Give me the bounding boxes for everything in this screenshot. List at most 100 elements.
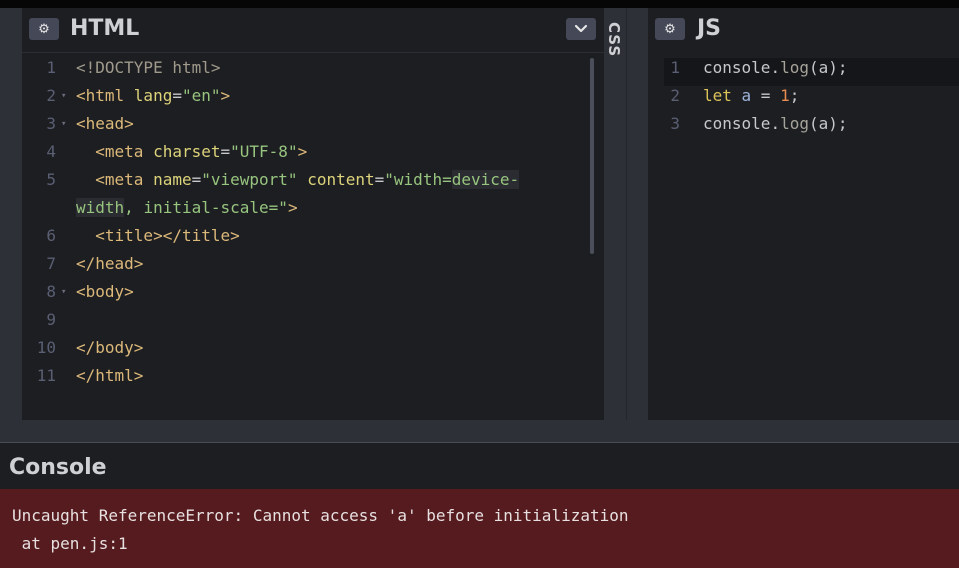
code-text: let a = 1;: [703, 82, 799, 110]
code-token: log: [780, 114, 809, 133]
line-number: 4: [46, 142, 56, 161]
code-text: <!DOCTYPE html>: [76, 54, 221, 82]
code-token: name: [153, 170, 192, 189]
line-number: 5: [46, 170, 56, 189]
line-number: 2: [670, 86, 680, 105]
line-number: 9: [46, 310, 56, 329]
code-text: <meta charset="UTF-8">: [76, 138, 307, 166]
code-line[interactable]: 3 ▾ <head>: [22, 110, 604, 138]
code-line[interactable]: width, initial-scale=">: [22, 194, 604, 222]
code-text: </head>: [76, 250, 143, 278]
code-line[interactable]: 3 console.log(a);: [648, 110, 959, 138]
code-token: lang: [133, 86, 173, 105]
code-token: </body>: [76, 338, 144, 357]
code-token: =: [191, 170, 202, 189]
fold-arrow-icon[interactable]: ▾: [61, 110, 66, 138]
code-token: </html>: [76, 366, 144, 385]
code-token: </head>: [76, 254, 144, 273]
js-code-editor[interactable]: 1 console.log(a); 2 let a = 1; 3 console.log(…: [648, 54, 959, 138]
code-line[interactable]: 4 <meta charset="UTF-8">: [22, 138, 604, 166]
code-line[interactable]: 1 <!DOCTYPE html>: [22, 54, 604, 82]
code-text: console.log(a);: [703, 54, 848, 82]
code-token: log: [780, 58, 809, 77]
code-line[interactable]: 2 ▾ <html lang="en">: [22, 82, 604, 110]
code-line[interactable]: 7 </head>: [22, 250, 604, 278]
line-number: 1: [670, 58, 680, 77]
fold-arrow-icon[interactable]: ▾: [61, 278, 66, 306]
code-text: width, initial-scale=">: [76, 194, 298, 222]
line-number: 3: [670, 114, 680, 133]
code-token: =: [220, 142, 231, 161]
console-header: Console: [0, 443, 959, 489]
console-output: Uncaught ReferenceError: Cannot access '…: [0, 489, 959, 568]
line-number: 11: [36, 366, 56, 385]
css-panel-collapsed[interactable]: CSS: [604, 8, 626, 420]
code-token: width: [76, 198, 125, 217]
code-token: .: [770, 114, 781, 133]
code-text: </body>: [76, 334, 143, 362]
console-resize-bar[interactable]: [0, 420, 959, 443]
html-code-editor[interactable]: 1 <!DOCTYPE html> 2 ▾ <html lang="en"> 3 ▾ <hea…: [22, 54, 604, 390]
code-token: let: [703, 86, 742, 105]
code-line[interactable]: 10 </body>: [22, 334, 604, 362]
console-error-message: Uncaught ReferenceError: Cannot access '…: [12, 506, 629, 525]
console-title: Console: [9, 455, 107, 480]
js-panel-title: JS: [697, 16, 722, 41]
code-line[interactable]: 9: [22, 306, 604, 334]
code-token: <html: [76, 86, 134, 105]
code-line[interactable]: 1 console.log(a);: [648, 54, 959, 82]
code-token: 1: [780, 86, 790, 105]
html-dropdown-button[interactable]: [566, 18, 596, 40]
fold-arrow-icon[interactable]: ▾: [61, 82, 66, 110]
html-editor-scrollbar[interactable]: [590, 58, 594, 254]
js-editor-panel: ⚙ JS 1 console.log(a); 2 let a = 1; 3 console…: [648, 8, 959, 420]
code-token: "viewport": [201, 170, 308, 189]
code-token: =: [374, 170, 385, 189]
code-token: >: [220, 86, 231, 105]
code-token: charset: [153, 142, 221, 161]
left-resize-gutter[interactable]: [0, 8, 22, 420]
code-token: (a);: [808, 58, 848, 77]
chevron-down-icon: [574, 24, 588, 33]
html-panel-header: ⚙ HTML: [22, 8, 604, 53]
code-token: "UTF-8": [230, 142, 298, 161]
code-text: console.log(a);: [703, 110, 848, 138]
line-number: 6: [46, 226, 56, 245]
code-token: a: [741, 86, 752, 105]
code-token: "en": [181, 86, 221, 105]
code-line[interactable]: 2 let a = 1;: [648, 82, 959, 110]
code-token: <body>: [76, 282, 134, 301]
html-settings-button[interactable]: ⚙: [29, 18, 59, 40]
code-token: .: [770, 58, 781, 77]
code-line[interactable]: 11 </html>: [22, 362, 604, 390]
code-token: >: [287, 198, 298, 217]
code-token: console: [703, 114, 771, 133]
code-token: console: [703, 58, 771, 77]
code-token: content: [307, 170, 375, 189]
html-editor-panel: ⚙ HTML 1 <!DOCTYPE html> 2 ▾ <html lang="en"…: [22, 8, 604, 420]
code-token: ": [278, 198, 288, 217]
css-panel-title[interactable]: CSS: [605, 22, 623, 57]
code-token: <!DOCTYPE html>: [76, 58, 221, 77]
code-token: ;: [789, 86, 800, 105]
code-token: <meta: [95, 170, 154, 189]
code-text: </html>: [76, 362, 143, 390]
code-text: <meta name="viewport" content="width=dev…: [76, 166, 520, 194]
code-token: device-: [451, 170, 520, 189]
code-text: <title></title>: [76, 222, 240, 250]
code-token: =: [751, 86, 781, 105]
code-line[interactable]: 5 <meta name="viewport" content="width=d…: [22, 166, 604, 194]
js-panel-header: ⚙ JS: [648, 8, 959, 52]
code-token: <meta: [95, 142, 154, 161]
line-number: 10: [36, 338, 56, 357]
code-text: <html lang="en">: [76, 82, 230, 110]
code-line[interactable]: 8 ▾ <body>: [22, 278, 604, 306]
gear-icon: ⚙: [664, 21, 676, 37]
code-text: <head>: [76, 110, 134, 138]
js-settings-button[interactable]: ⚙: [655, 18, 685, 40]
code-line[interactable]: 6 <title></title>: [22, 222, 604, 250]
code-token: <head>: [76, 114, 134, 133]
